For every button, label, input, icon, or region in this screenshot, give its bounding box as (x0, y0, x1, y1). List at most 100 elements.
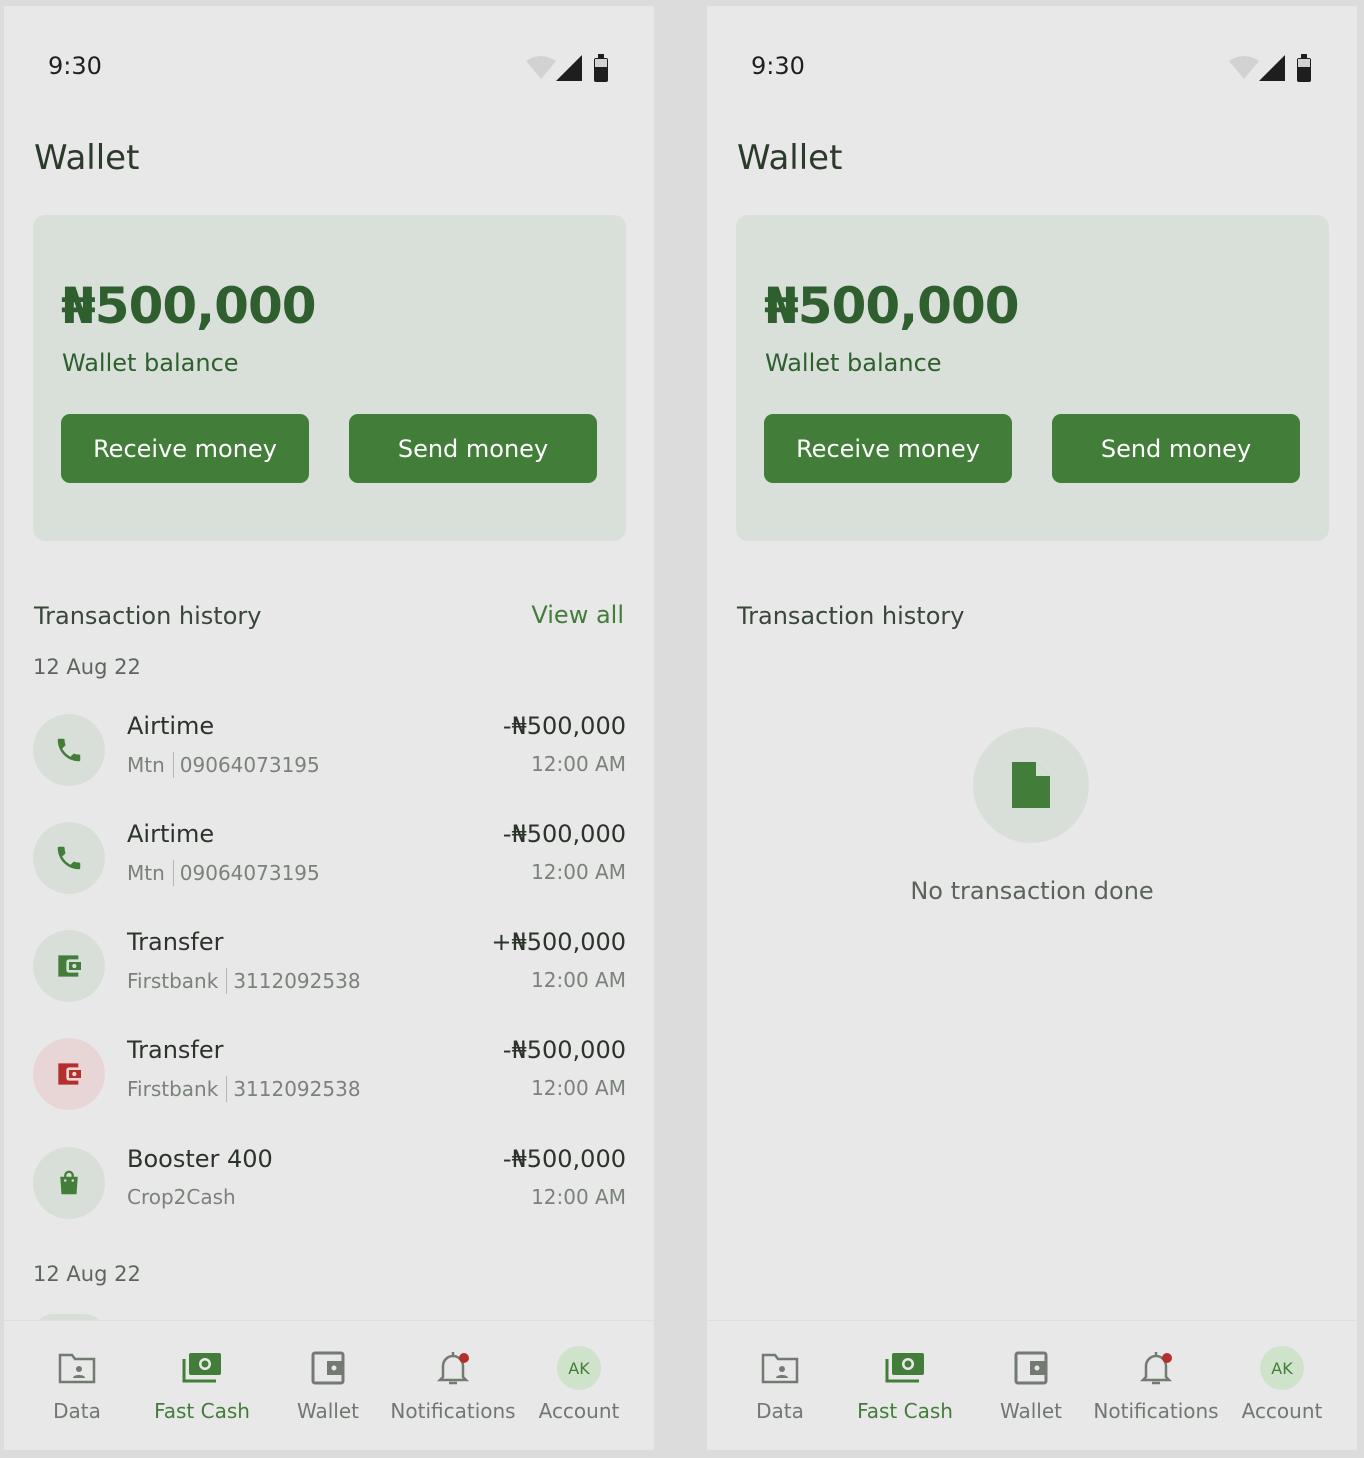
balance-card: ₦500,000 Wallet balance Receive money Se… (33, 215, 626, 541)
status-icons (1229, 54, 1311, 82)
avatar: AK (556, 1345, 602, 1391)
status-time: 9:30 (48, 52, 102, 80)
bottom-nav: Data Fast Cash Wallet Notifications AK A… (4, 1320, 654, 1450)
transaction-history-title: Transaction history (34, 602, 262, 630)
transaction-reference: 09064073195 (179, 861, 320, 885)
nav-notifications[interactable]: Notifications (390, 1321, 516, 1450)
wallet-screen-with-history: 9:30 Wallet ₦500,000 Wallet balance Rece… (4, 6, 654, 1450)
bottom-nav: Data Fast Cash Wallet Notifications AK A… (707, 1320, 1357, 1450)
folder-icon (54, 1345, 100, 1391)
transaction-title: Airtime (127, 712, 215, 740)
balance-label: Wallet balance (62, 349, 239, 377)
transaction-amount: +₦500,000 (491, 928, 626, 956)
nav-notifications[interactable]: Notifications (1093, 1321, 1219, 1450)
balance-amount: ₦500,000 (61, 277, 317, 335)
send-money-button[interactable]: Send money (349, 414, 597, 483)
wallet-icon (33, 930, 105, 1002)
transaction-provider: Mtn (127, 753, 165, 777)
transaction-row[interactable]: Transfer Firstbank 3112092538 -₦500,000 … (33, 1036, 626, 1112)
wifi-icon (1229, 56, 1259, 79)
divider (226, 1076, 228, 1102)
nav-wallet[interactable]: Wallet (968, 1321, 1094, 1450)
nav-fast-cash[interactable]: Fast Cash (842, 1321, 968, 1450)
nav-data[interactable]: Data (14, 1321, 140, 1450)
nav-label: Wallet (296, 1399, 359, 1423)
status-time: 9:30 (751, 52, 805, 80)
phone-icon (33, 714, 105, 786)
transaction-time: 12:00 AM (531, 1076, 626, 1100)
date-label: 12 Aug 22 (33, 1262, 141, 1286)
cash-icon (882, 1345, 928, 1391)
transaction-amount: -₦500,000 (502, 1036, 626, 1064)
transaction-details: Crop2Cash (127, 1185, 236, 1209)
nav-label: Fast Cash (857, 1399, 953, 1423)
transaction-amount: -₦500,000 (502, 712, 626, 740)
transaction-title: Transfer (127, 1036, 224, 1064)
shopping-bag-icon (33, 1147, 105, 1219)
wallet-screen-empty: 9:30 Wallet ₦500,000 Wallet balance Rece… (707, 6, 1357, 1450)
cash-icon (179, 1345, 225, 1391)
avatar-initials: AK (1260, 1346, 1304, 1390)
nav-account[interactable]: AK Account (1219, 1321, 1345, 1450)
nav-wallet[interactable]: Wallet (265, 1321, 391, 1450)
nav-label: Wallet (999, 1399, 1062, 1423)
nav-label: Account (538, 1399, 620, 1423)
wallet-icon (1008, 1345, 1054, 1391)
page-title: Wallet (34, 138, 140, 178)
wallet-icon (305, 1345, 351, 1391)
receive-money-button[interactable]: Receive money (61, 414, 309, 483)
transaction-time: 12:00 AM (531, 968, 626, 992)
transaction-title: Transfer (127, 928, 224, 956)
transaction-amount: -₦500,000 (502, 820, 626, 848)
balance-label: Wallet balance (765, 349, 942, 377)
balance-amount: ₦500,000 (764, 277, 1020, 335)
wallet-icon (33, 1038, 105, 1110)
signal-icon (1259, 55, 1285, 81)
transaction-details: Mtn 09064073195 (127, 752, 320, 778)
divider (172, 860, 174, 886)
transaction-row[interactable]: Airtime Mtn 09064073195 -₦500,000 12:00 … (33, 712, 626, 788)
transaction-row[interactable]: Booster 400 Crop2Cash -₦500,000 12:00 AM (33, 1145, 626, 1221)
transaction-title: Airtime (127, 820, 215, 848)
nav-label: Notifications (1093, 1399, 1219, 1423)
bell-icon (430, 1345, 476, 1391)
transaction-reference: 09064073195 (179, 753, 320, 777)
nav-data[interactable]: Data (717, 1321, 843, 1450)
transaction-row[interactable]: Airtime Mtn 09064073195 -₦500,000 12:00 … (33, 820, 626, 896)
document-icon (973, 727, 1089, 843)
transaction-time: 12:00 AM (531, 752, 626, 776)
send-money-button[interactable]: Send money (1052, 414, 1300, 483)
date-label: 12 Aug 22 (33, 655, 141, 679)
transaction-details: Firstbank 3112092538 (127, 1076, 361, 1102)
page-title: Wallet (737, 138, 843, 178)
transaction-provider: Firstbank (127, 969, 219, 993)
nav-fast-cash[interactable]: Fast Cash (139, 1321, 265, 1450)
transaction-details: Mtn 09064073195 (127, 860, 320, 886)
nav-label: Data (756, 1399, 804, 1423)
transaction-time: 12:00 AM (531, 860, 626, 884)
transaction-amount: -₦500,000 (502, 1145, 626, 1173)
status-icons (526, 54, 608, 82)
receive-money-button[interactable]: Receive money (764, 414, 1012, 483)
phone-icon (33, 822, 105, 894)
balance-card: ₦500,000 Wallet balance Receive money Se… (736, 215, 1329, 541)
folder-icon (757, 1345, 803, 1391)
transaction-title: Booster 400 (127, 1145, 273, 1173)
nav-label: Fast Cash (154, 1399, 250, 1423)
empty-state-text: No transaction done (910, 877, 1154, 905)
avatar-initials: AK (557, 1346, 601, 1390)
nav-label: Notifications (390, 1399, 516, 1423)
signal-icon (556, 55, 582, 81)
transaction-reference: 3112092538 (233, 969, 361, 993)
transaction-details: Firstbank 3112092538 (127, 968, 361, 994)
nav-account[interactable]: AK Account (516, 1321, 642, 1450)
divider (226, 968, 228, 994)
wifi-icon (526, 56, 556, 79)
nav-label: Account (1241, 1399, 1323, 1423)
transaction-row[interactable]: Transfer Firstbank 3112092538 +₦500,000 … (33, 928, 626, 1004)
view-all-link[interactable]: View all (531, 601, 624, 629)
divider (172, 752, 174, 778)
transaction-history-title: Transaction history (737, 602, 965, 630)
nav-label: Data (53, 1399, 101, 1423)
transaction-provider: Crop2Cash (127, 1185, 236, 1209)
